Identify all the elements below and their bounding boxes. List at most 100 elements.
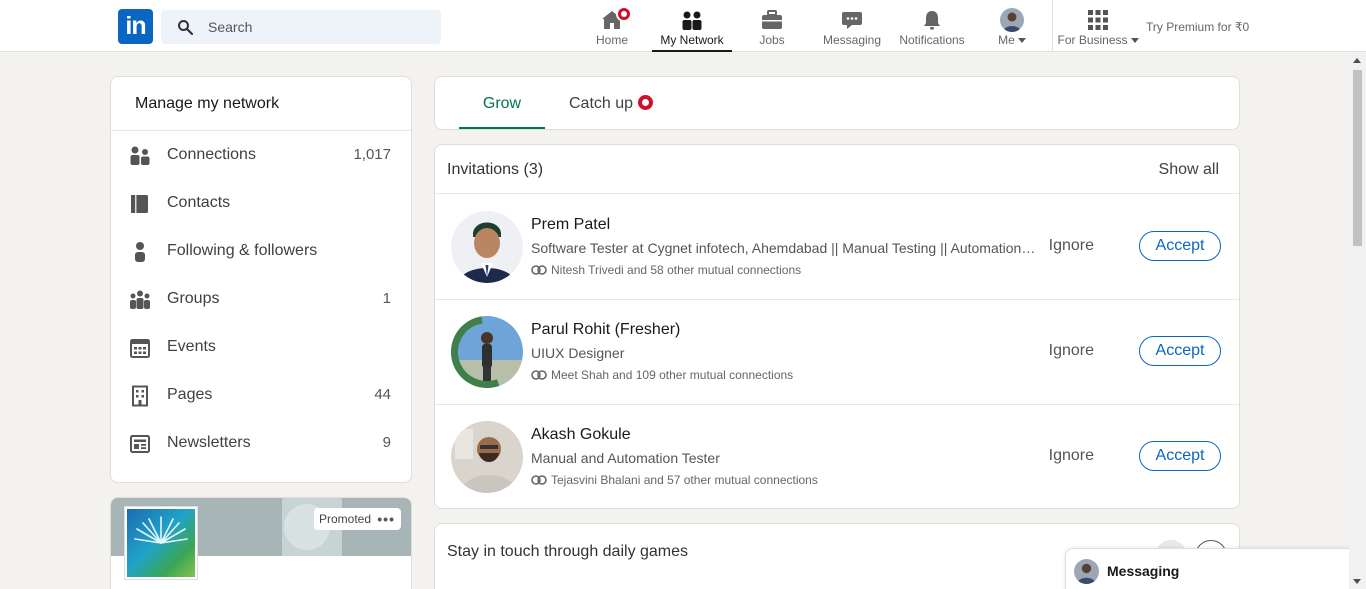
mutual-connections[interactable]: Nitesh Trivedi and 58 other mutual conne… <box>531 263 801 277</box>
avatar[interactable] <box>451 421 523 493</box>
network-item-events[interactable]: Events <box>111 323 411 371</box>
invitation-name[interactable]: Prem Patel <box>531 216 610 234</box>
manage-network-title: Manage my network <box>135 95 280 112</box>
messaging-label: Messaging <box>1107 563 1180 579</box>
grid-icon <box>1088 10 1108 30</box>
mutual-connections-icon <box>531 265 547 275</box>
invitations-title: Invitations (3) <box>447 161 544 178</box>
person-icon <box>135 242 145 262</box>
building-icon <box>132 385 148 407</box>
nav-jobs[interactable]: Jobs <box>745 0 799 52</box>
global-nav: in Search Home My Network Jobs Messaging… <box>0 0 1366 52</box>
network-icon <box>682 11 702 30</box>
avatar[interactable] <box>451 316 523 388</box>
invitation-headline: UIUX Designer <box>531 345 625 361</box>
network-item-newsletters[interactable]: Newsletters 9 <box>111 419 411 467</box>
nav-my-network-label: My Network <box>660 33 724 47</box>
promoted-ad-card[interactable]: Promoted ••• <box>110 497 412 589</box>
nav-messaging-label: Messaging <box>822 33 882 47</box>
tab-catch-up-label: Catch up <box>569 95 634 112</box>
mutual-connections[interactable]: Meet Shah and 109 other mutual connectio… <box>531 368 793 382</box>
nav-jobs-label: Jobs <box>759 33 785 47</box>
invitation-row: Prem Patel Software Tester at Cygnet inf… <box>435 194 1239 299</box>
invitation-headline: Manual and Automation Tester <box>531 450 720 466</box>
nav-me[interactable]: Me <box>988 0 1036 52</box>
search-icon <box>178 20 193 35</box>
invitation-name[interactable]: Akash Gokule <box>531 426 631 444</box>
newspaper-icon <box>130 435 150 453</box>
mutual-connections-icon <box>531 370 547 380</box>
nav-notifications[interactable]: Notifications <box>895 0 969 52</box>
manage-network-card: Manage my network Connections 1,017 Cont… <box>110 76 412 483</box>
network-tabs: Grow Catch up <box>434 76 1240 130</box>
nav-messaging[interactable]: Messaging <box>818 0 886 52</box>
invitation-name[interactable]: Parul Rohit (Fresher) <box>531 321 680 339</box>
network-item-count: 1 <box>382 290 391 307</box>
notification-dot-icon <box>638 95 654 110</box>
scroll-up-icon[interactable] <box>1353 58 1361 63</box>
linkedin-logo[interactable]: in <box>118 9 153 44</box>
try-premium-link[interactable]: Try Premium for ₹0 <box>1146 20 1249 34</box>
network-item-connections[interactable]: Connections 1,017 <box>111 131 411 179</box>
accept-button[interactable]: Accept <box>1139 441 1221 471</box>
network-item-groups[interactable]: Groups 1 <box>111 275 411 323</box>
nav-home-label: Home <box>595 33 628 47</box>
accept-button[interactable]: Accept <box>1139 336 1221 366</box>
network-item-pages[interactable]: Pages 44 <box>111 371 411 419</box>
nav-divider <box>1052 0 1053 52</box>
network-item-label: Following & followers <box>167 242 318 259</box>
network-item-label: Connections <box>167 146 256 163</box>
network-item-label: Groups <box>167 290 220 307</box>
scroll-thumb[interactable] <box>1353 70 1362 246</box>
invitation-headline: Software Tester at Cygnet infotech, Ahem… <box>531 240 1037 256</box>
search-box[interactable]: Search <box>161 10 441 44</box>
search-placeholder: Search <box>208 19 253 35</box>
network-item-contacts[interactable]: Contacts <box>111 179 411 227</box>
nav-home[interactable]: Home <box>585 0 639 52</box>
network-item-following-followers[interactable]: Following & followers <box>111 227 411 275</box>
promoted-label: Promoted ••• <box>313 508 401 530</box>
page-scrollbar[interactable] <box>1349 53 1366 589</box>
avatar[interactable] <box>451 211 523 283</box>
ignore-button[interactable]: Ignore <box>1049 342 1094 360</box>
network-item-label: Events <box>167 338 216 355</box>
nav-for-business[interactable]: For Business <box>1057 0 1139 52</box>
accept-button[interactable]: Accept <box>1139 231 1221 261</box>
nav-my-network[interactable]: My Network <box>652 0 732 52</box>
group-icon <box>130 290 150 309</box>
network-item-count: 44 <box>374 386 391 403</box>
ignore-button[interactable]: Ignore <box>1049 447 1094 465</box>
invitation-row: Akash Gokule Manual and Automation Teste… <box>435 404 1239 509</box>
sunburst-icon <box>134 516 188 544</box>
promoted-text: Promoted <box>318 512 371 526</box>
nav-for-business-label: For Business <box>1057 33 1128 47</box>
avatar <box>1000 8 1024 32</box>
address-book-icon <box>131 195 148 213</box>
avatar <box>1074 559 1099 584</box>
network-item-count: 1,017 <box>353 146 391 163</box>
nav-notifications-label: Notifications <box>899 33 965 47</box>
nav-me-label: Me <box>998 33 1015 47</box>
chevron-down-icon <box>1017 38 1026 44</box>
games-title: Stay in touch through daily games <box>447 543 689 560</box>
invitation-row: Parul Rohit (Fresher) UIUX Designer Meet… <box>435 299 1239 404</box>
network-item-label: Pages <box>167 386 213 403</box>
bell-icon <box>924 11 940 30</box>
more-options-icon[interactable]: ••• <box>377 508 395 530</box>
messaging-overlay[interactable]: Messaging <box>1065 548 1355 589</box>
chat-icon <box>842 12 862 29</box>
network-item-count: 9 <box>382 434 391 451</box>
tab-catch-up[interactable]: Catch up <box>569 77 654 129</box>
scroll-down-icon[interactable] <box>1353 579 1361 584</box>
tab-grow[interactable]: Grow <box>459 77 545 129</box>
home-notification-badge <box>616 6 632 22</box>
chevron-down-icon <box>1130 38 1139 44</box>
ignore-button[interactable]: Ignore <box>1049 237 1094 255</box>
invitations-card: Invitations (3) Show all Prem Patel Soft… <box>434 144 1240 509</box>
mutual-connections[interactable]: Tejasvini Bhalani and 57 other mutual co… <box>531 473 818 487</box>
people-icon <box>130 146 150 165</box>
show-all-button[interactable]: Show all <box>1159 161 1219 179</box>
network-item-label: Contacts <box>167 194 231 211</box>
network-item-label: Newsletters <box>167 434 251 451</box>
company-logo <box>124 506 198 580</box>
